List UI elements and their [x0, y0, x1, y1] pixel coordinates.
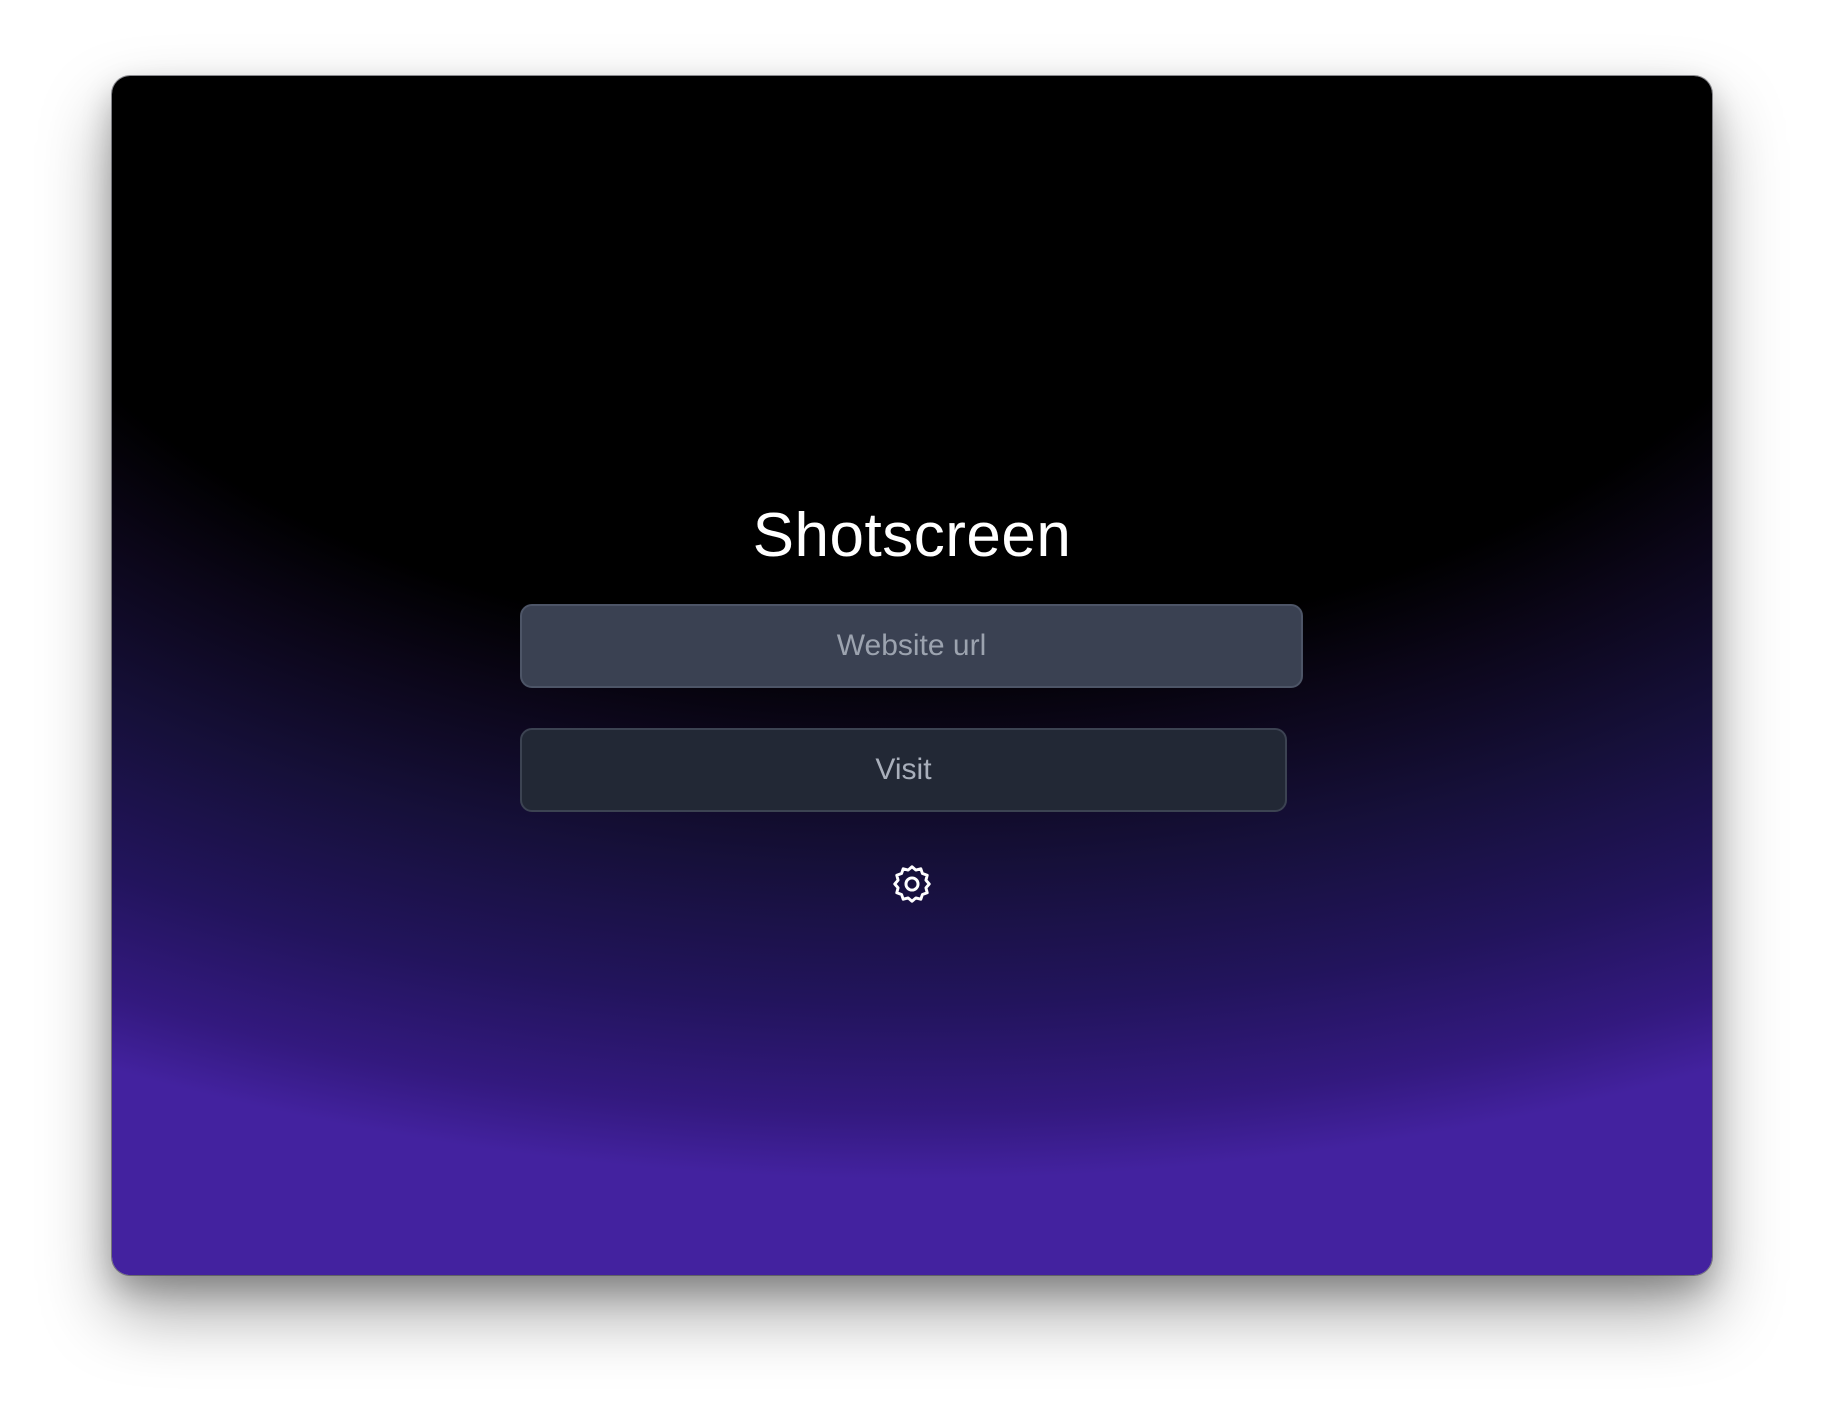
screenshot-stage: Shotscreen Visit: [0, 0, 1824, 1424]
app-title: Shotscreen: [752, 501, 1072, 570]
app-window: Shotscreen Visit: [112, 76, 1712, 1275]
visit-button[interactable]: Visit: [520, 728, 1287, 812]
website-url-input[interactable]: [520, 604, 1303, 688]
gear-icon: [893, 865, 931, 903]
settings-button[interactable]: [890, 862, 934, 906]
